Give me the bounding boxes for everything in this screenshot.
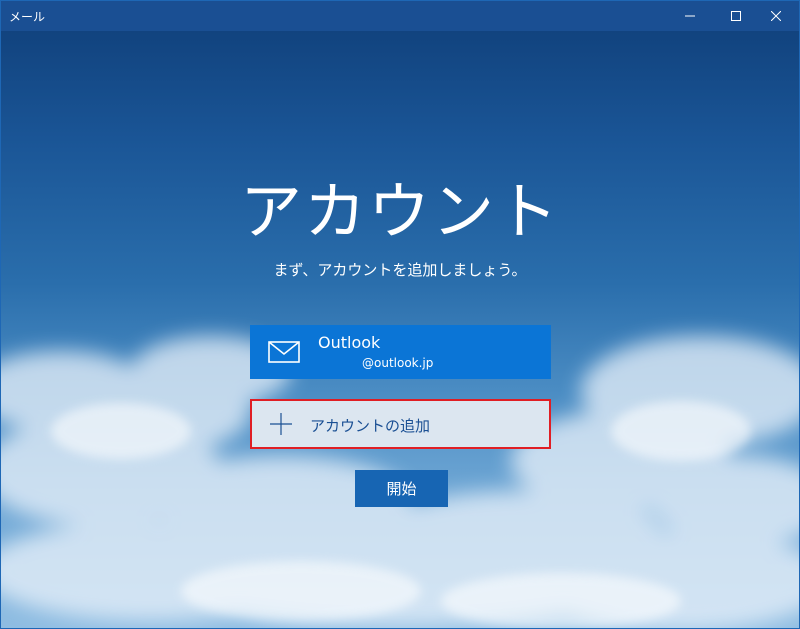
outlook-account-tile[interactable]: Outlook @outlook.jp — [250, 325, 551, 379]
mail-icon — [268, 341, 300, 363]
page-subtitle: まず、アカウントを追加しましょう。 — [273, 261, 527, 279]
plus-icon — [270, 413, 292, 435]
app-window: メール アカウント まず、アカウントを追加しましょう。 Outlook @out… — [0, 0, 800, 629]
minimize-icon — [685, 15, 695, 17]
add-account-label: アカウントの追加 — [310, 417, 431, 435]
minimize-button[interactable] — [667, 1, 713, 31]
add-account-button[interactable]: アカウントの追加 — [250, 399, 551, 449]
close-button[interactable] — [753, 1, 799, 31]
start-button-label: 開始 — [386, 480, 417, 498]
close-icon — [771, 11, 781, 21]
account-email: @outlook.jp — [362, 356, 434, 370]
window-title: メール — [9, 10, 46, 24]
maximize-icon — [731, 11, 741, 21]
account-name: Outlook — [318, 333, 381, 352]
start-button[interactable]: 開始 — [355, 470, 448, 507]
title-bar[interactable]: メール — [1, 1, 799, 31]
page-title: アカウント — [239, 175, 560, 248]
